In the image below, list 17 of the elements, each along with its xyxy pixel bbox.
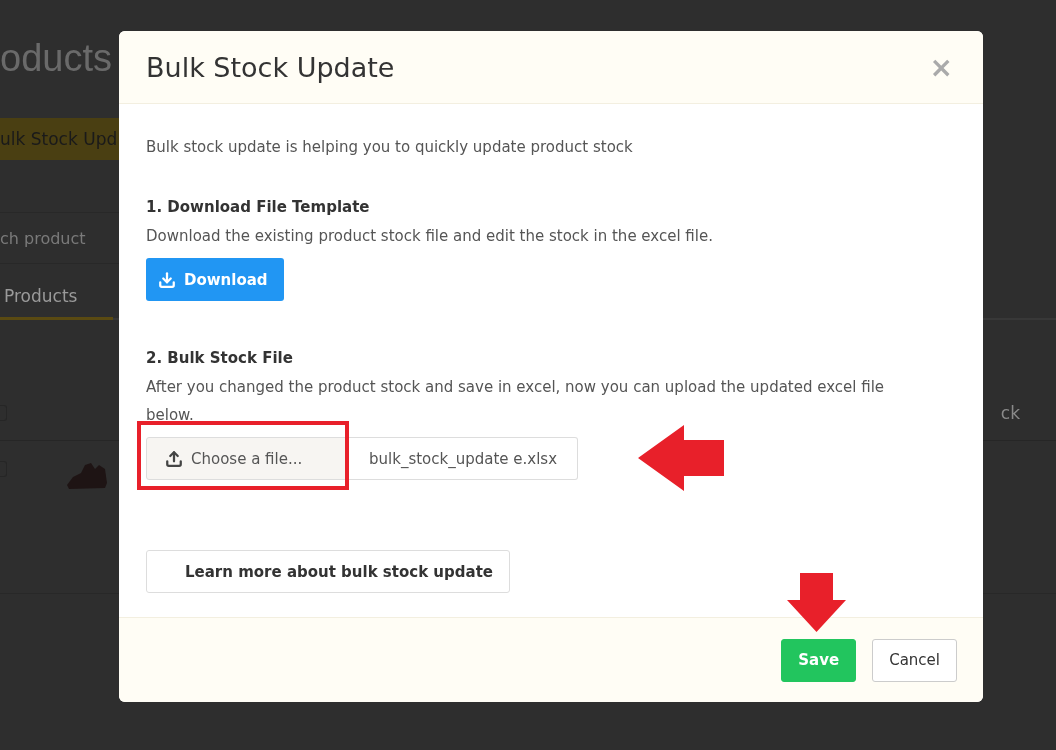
step-description: After you changed the product stock and save in excel, now you can upload the updated excel file below. [146,377,886,426]
products-tab[interactable]: Products [0,274,114,320]
learn-more-button[interactable]: Learn more about bulk stock update [146,550,510,593]
download-icon [158,270,176,289]
download-button[interactable]: Download [146,258,284,301]
file-name-field[interactable]: bulk_stock_update e.xlsx [349,437,579,480]
upload-icon [165,449,183,468]
down-arrow [787,573,846,632]
step-description: Download the existing product stock file and edit the stock in the excel file. [146,226,713,247]
intro-text: Bulk stock update is helping you to quickly update product stock [146,137,634,158]
shoe-thumbnail [65,461,109,491]
step-heading: 2. Bulk Stock File [146,348,293,369]
column-header: ck [1000,403,1020,423]
page-title: oducts [0,36,112,80]
cancel-button[interactable]: Cancel [872,638,957,682]
step-heading: 1. Download File Template [146,197,370,218]
dialog-title: Bulk Stock Update [146,51,395,83]
